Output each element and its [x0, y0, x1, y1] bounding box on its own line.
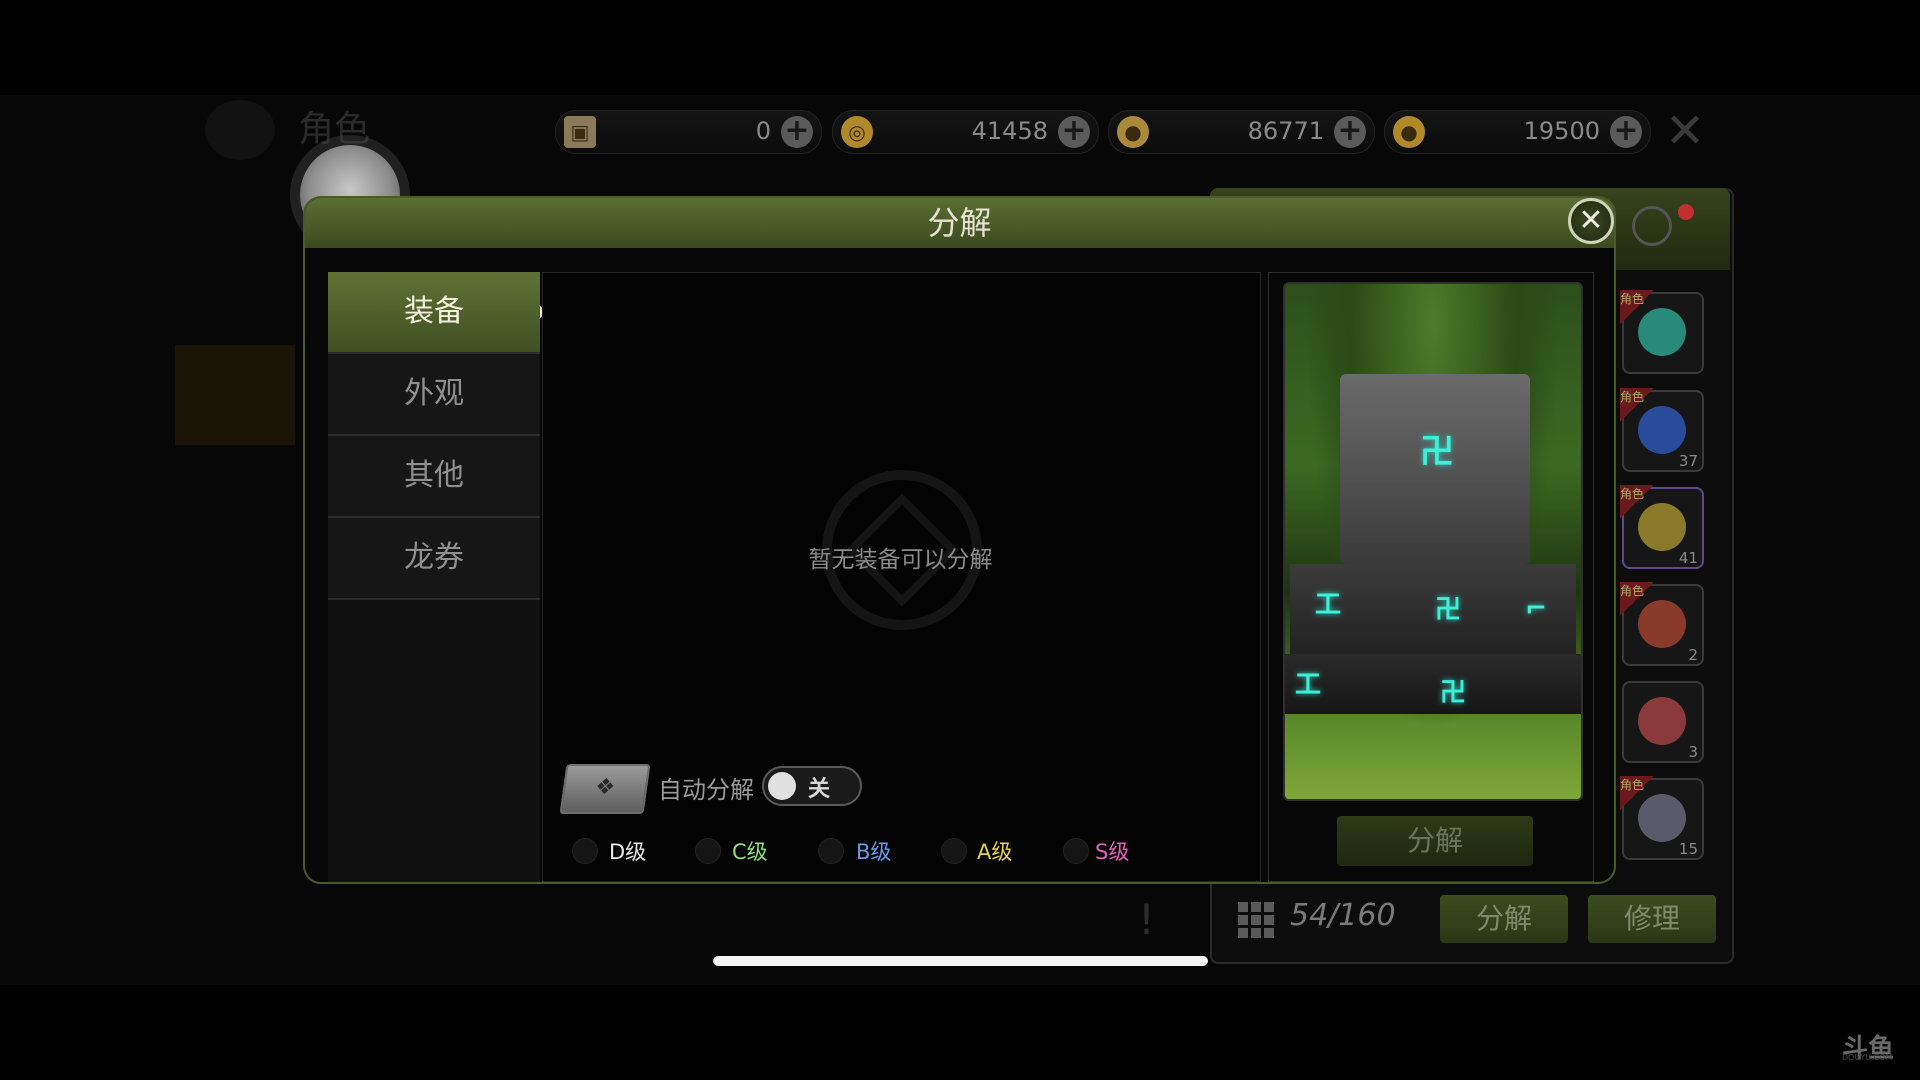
tab-appearance[interactable]: 外观 — [328, 354, 540, 436]
currency-value: 41458 — [971, 117, 1048, 145]
currency-value: 19500 — [1523, 117, 1600, 145]
grade-b-radio[interactable] — [818, 838, 844, 864]
dialog-title: 分解 — [927, 204, 992, 242]
currency-value: 0 — [755, 117, 771, 145]
rune-glyph-icon: 卍 — [1440, 678, 1467, 708]
slot-count: 41 — [1678, 549, 1698, 567]
tab-equipment[interactable]: 装备 — [328, 272, 540, 354]
home-indicator[interactable] — [713, 956, 1208, 966]
key-item-icon — [1638, 503, 1686, 551]
slot-count: 2 — [1688, 646, 1698, 664]
close-button[interactable]: ✕ — [1568, 198, 1614, 244]
ring-icon: ◎ — [841, 116, 873, 148]
coin-icon: ● — [1393, 116, 1425, 148]
tab-list-background — [328, 600, 540, 882]
background-decompose-button[interactable]: 分解 — [1440, 895, 1568, 943]
bag-grid-icon — [1238, 902, 1274, 938]
toggle-state-label: 关 — [808, 777, 831, 802]
rune-glyph-icon: ⌐ — [1525, 594, 1547, 624]
background-sidebar-item — [175, 480, 295, 580]
dragon-emblem-icon: ❖ — [559, 764, 651, 814]
toggle-knob — [768, 772, 796, 800]
inventory-slot[interactable]: 角色 — [1620, 290, 1704, 374]
slot-count: 15 — [1678, 840, 1698, 858]
game-logo-icon — [205, 100, 275, 160]
warning-icon: ! — [1138, 895, 1155, 944]
grade-s-label: S级 — [1095, 840, 1130, 864]
inventory-slot[interactable]: 角色 37 — [1620, 388, 1704, 472]
grade-c-label: C级 — [732, 840, 768, 864]
rune-glyph-icon: 工 — [1295, 670, 1322, 700]
currency-ring: ◎ 41458 + — [832, 110, 1099, 154]
watermark-logo-sub: DOUYU.COM — [1842, 1053, 1893, 1062]
background-repair-button[interactable]: 修理 — [1588, 895, 1716, 943]
inventory-slot[interactable]: 角色 41 — [1620, 485, 1704, 569]
grade-b-label: B级 — [856, 840, 892, 864]
currency-card: ▣ 0 + — [555, 110, 822, 154]
grade-s-radio[interactable] — [1063, 838, 1089, 864]
notification-dot-icon — [1678, 204, 1694, 220]
tab-other[interactable]: 其他 — [328, 436, 540, 518]
grade-d-label: D级 — [609, 840, 647, 864]
inventory-slot[interactable]: 角色 2 — [1620, 582, 1704, 666]
background-sidebar-item — [175, 220, 295, 320]
background-close-icon[interactable]: ✕ — [1660, 107, 1710, 155]
altar-step — [1285, 654, 1581, 714]
paw-item-icon — [1638, 697, 1686, 745]
currency-value: 86771 — [1247, 117, 1324, 145]
background-title: 角色 — [298, 109, 371, 150]
card-icon: ▣ — [564, 116, 596, 148]
add-currency-button[interactable]: + — [1334, 116, 1366, 148]
potion-item-icon — [1638, 406, 1686, 454]
auto-decompose-label: 自动分解 — [658, 776, 754, 804]
currency-coin: ● 19500 + — [1384, 110, 1651, 154]
grade-d-radio[interactable] — [572, 838, 598, 864]
add-currency-button[interactable]: + — [1058, 116, 1090, 148]
add-currency-button[interactable]: + — [781, 116, 813, 148]
rune-glyph-icon: 工 — [1315, 590, 1342, 620]
ore-item-icon — [1638, 794, 1686, 842]
slot-count: 3 — [1688, 743, 1698, 761]
chest-item-icon — [1638, 600, 1686, 648]
rune-glyph-icon: 卍 — [1435, 595, 1462, 625]
decompose-button[interactable]: 分解 — [1337, 816, 1533, 866]
rune-glyph-icon: 卍 — [1420, 432, 1454, 472]
currency-locked-coin: ● 86771 + — [1108, 110, 1375, 154]
grade-a-radio[interactable] — [941, 838, 967, 864]
refresh-icon[interactable] — [1632, 206, 1672, 246]
decompose-altar-image: 卍 工 卍 ⌐ 工 卍 — [1283, 282, 1583, 801]
shield-item-icon — [1638, 308, 1686, 356]
lock-coin-icon: ● — [1117, 116, 1149, 148]
inventory-slot[interactable]: 角色 15 — [1620, 776, 1704, 860]
empty-state-text: 暂无装备可以分解 — [808, 547, 993, 573]
grade-a-label: A级 — [977, 840, 1013, 864]
tab-dragon-voucher[interactable]: 龙券 — [328, 518, 540, 600]
add-currency-button[interactable]: + — [1610, 116, 1642, 148]
inventory-slot[interactable]: 3 — [1622, 681, 1704, 763]
background-sidebar-item-active — [175, 345, 295, 445]
slot-count: 37 — [1678, 452, 1698, 470]
grade-c-radio[interactable] — [695, 838, 721, 864]
bag-capacity: 54/160 — [1290, 898, 1396, 933]
